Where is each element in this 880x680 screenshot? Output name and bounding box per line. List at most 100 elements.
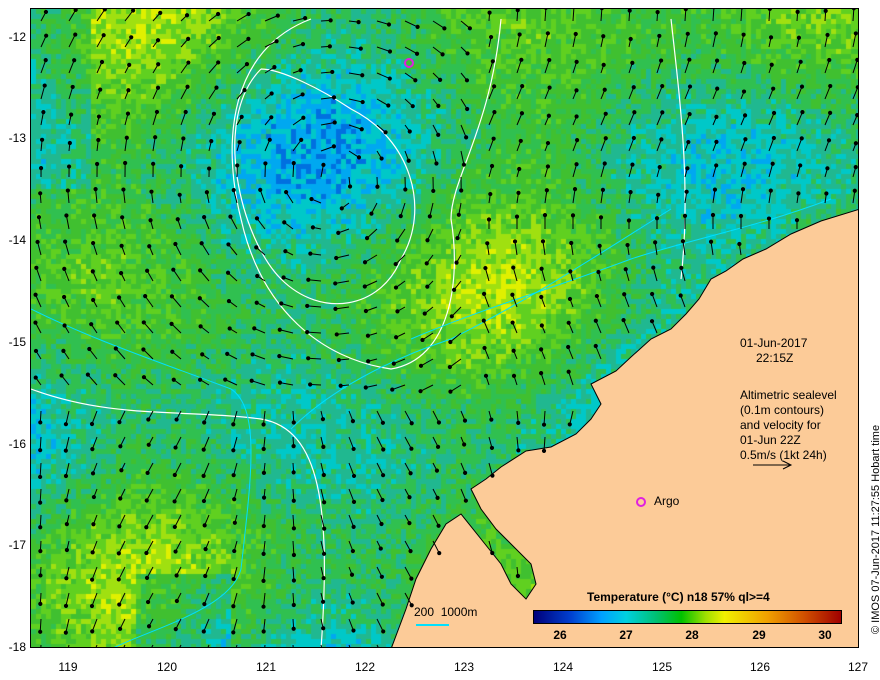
velocity-arrow-head xyxy=(597,243,602,248)
velocity-arrow-head xyxy=(485,241,490,246)
velocity-arrow-head xyxy=(116,551,121,556)
velocity-arrow-head xyxy=(147,244,152,249)
velocity-arrow-head xyxy=(216,35,221,41)
velocity-arrow-head xyxy=(254,245,259,250)
velocity-arrow-head xyxy=(321,472,326,478)
velocity-arrow-head xyxy=(825,32,830,38)
velocity-arrow-head xyxy=(407,520,412,526)
sst-map xyxy=(30,8,859,648)
velocity-arrow-head xyxy=(855,85,858,90)
velocity-arrow-head xyxy=(144,575,150,580)
velocity-arrow-head xyxy=(418,363,424,368)
velocity-arrow-head xyxy=(59,373,64,378)
velocity-arrow xyxy=(376,644,379,647)
velocity-arrow-head xyxy=(232,520,237,525)
velocity-arrow-head xyxy=(545,140,551,146)
velocity-arrow-head xyxy=(409,603,414,608)
velocity-arrow-head xyxy=(90,269,95,274)
velocity-arrow-head xyxy=(514,214,520,219)
velocity-arrow-head xyxy=(649,319,655,324)
velocity-arrow-head xyxy=(626,218,632,223)
velocity-arrow-head xyxy=(252,326,257,331)
velocity-arrow-head xyxy=(327,44,332,49)
velocity-arrow-head xyxy=(141,375,147,380)
velocity-arrow-head xyxy=(96,137,101,143)
velocity-arrow-head xyxy=(742,60,747,66)
velocity-arrow-head xyxy=(657,33,662,39)
velocity-arrow-head xyxy=(125,111,131,116)
velocity-arrow-head xyxy=(356,19,361,25)
velocity-arrow-head xyxy=(360,73,365,78)
velocity-arrow-head xyxy=(427,214,432,219)
velocity-arrow-head xyxy=(321,551,327,556)
velocity-arrow-head xyxy=(853,164,858,170)
velocity-arrow-head xyxy=(261,551,266,557)
velocity-arrow-head xyxy=(237,140,242,145)
velocity-arrow-head xyxy=(574,114,579,119)
velocity-arrow-head xyxy=(420,337,425,343)
velocity-arrow-head xyxy=(61,348,66,353)
y-tick-label: -17 xyxy=(8,538,26,552)
velocity-arrow-head xyxy=(144,550,149,556)
velocity-arrow-head xyxy=(64,547,70,553)
velocity-arrow-head xyxy=(198,268,203,273)
velocity-arrow-head xyxy=(541,422,547,427)
velocity-arrow-head xyxy=(85,372,90,377)
velocity-arrow-head xyxy=(146,442,151,447)
velocity-arrow-head xyxy=(742,161,747,166)
velocity-arrow-head xyxy=(215,11,221,17)
velocity-arrow-head xyxy=(175,217,180,222)
velocity-arrow-head xyxy=(566,369,571,374)
velocity-arrow-head xyxy=(796,191,801,196)
velocity-arrow-head xyxy=(336,230,341,235)
velocity-legend-text: Altimetric sealevel (0.1m contours) and … xyxy=(740,388,837,463)
velocity-arrow-head xyxy=(170,349,175,354)
velocity-arrow-head xyxy=(771,86,776,91)
velocity-arrow-head xyxy=(171,377,176,382)
velocity-arrow-head xyxy=(91,494,97,500)
velocity-arrow-head xyxy=(199,241,204,246)
velocity-arrow-head xyxy=(519,111,525,116)
velocity-arrow-head xyxy=(425,284,430,289)
velocity-arrow-head xyxy=(261,470,267,475)
velocity-arrow-head xyxy=(351,446,356,452)
velocity-arrow-head xyxy=(395,309,400,314)
velocity-arrow-head xyxy=(631,135,636,141)
velocity-arrow-head xyxy=(491,136,496,141)
velocity-arrow-head xyxy=(291,552,297,558)
velocity-arrow-head xyxy=(387,76,392,81)
velocity-arrow-head xyxy=(333,306,338,312)
velocity-arrow-head xyxy=(249,378,254,383)
velocity-arrow-head xyxy=(183,109,188,115)
velocity-arrow-head xyxy=(566,320,571,325)
velocity-arrow-head xyxy=(145,470,150,476)
velocity-arrow-head xyxy=(279,301,284,306)
legend-line: Altimetric sealevel xyxy=(740,388,837,402)
velocity-arrow-head xyxy=(365,333,371,338)
argo-float-marker[interactable] xyxy=(404,58,414,68)
velocity-arrow-head xyxy=(363,385,368,390)
velocity-arrow-head xyxy=(356,155,362,160)
velocity-arrow-head xyxy=(299,137,304,142)
velocity-arrow-head xyxy=(488,191,493,197)
velocity-arrow-head xyxy=(602,87,607,92)
velocity-arrow xyxy=(740,9,743,22)
velocity-arrow-head xyxy=(436,420,442,425)
velocity-arrow-head xyxy=(339,206,344,211)
velocity-arrow-head xyxy=(62,323,67,328)
velocity-arrow-head xyxy=(738,213,744,219)
velocity-arrow-head xyxy=(254,216,260,221)
velocity-arrow-head xyxy=(490,59,495,64)
velocity-arrow-head xyxy=(181,136,186,141)
velocity-arrow-head xyxy=(351,473,357,479)
velocity-arrow-head xyxy=(599,9,604,11)
velocity-arrow-head xyxy=(768,188,773,193)
velocity-arrow-head xyxy=(545,31,550,36)
velocity-arrow-head xyxy=(173,241,178,247)
velocity-arrow-head xyxy=(422,311,427,316)
velocity-arrow-head xyxy=(113,346,118,351)
velocity-arrow-head xyxy=(261,604,266,609)
velocity-arrow-head xyxy=(593,318,598,323)
y-tick-label: -15 xyxy=(8,335,26,349)
argo-label: Argo xyxy=(654,494,680,508)
